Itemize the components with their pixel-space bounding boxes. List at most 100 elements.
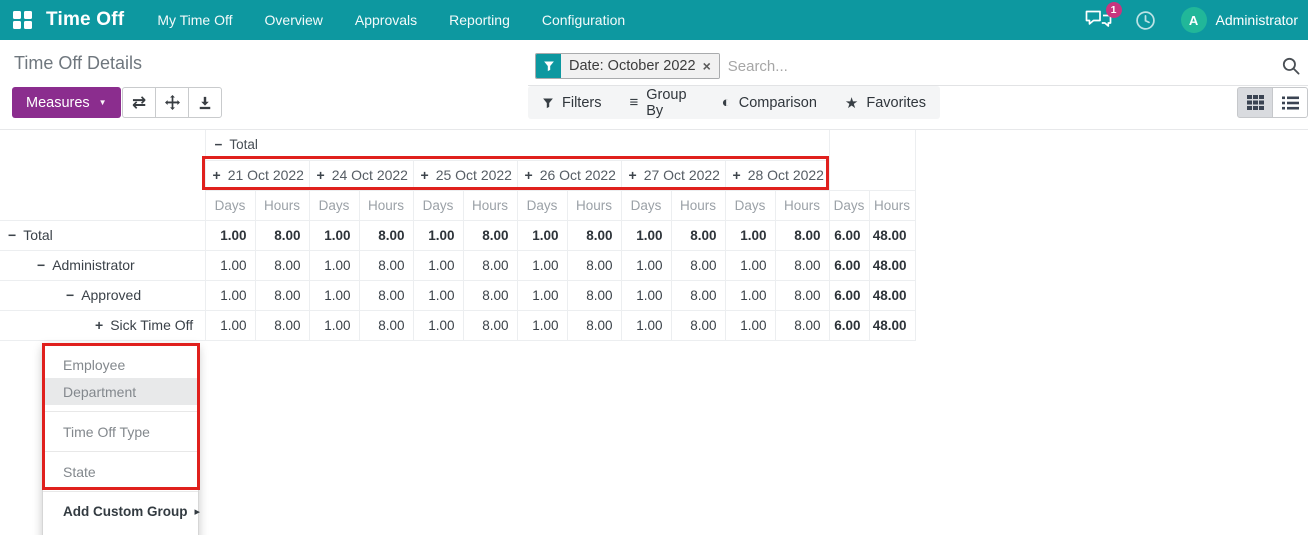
pivot-cell[interactable]: 1.00 bbox=[516, 309, 568, 341]
pivot-cell[interactable]: 1.00 bbox=[516, 279, 568, 311]
pivot-cell[interactable]: 1.00 bbox=[204, 309, 256, 341]
pivot-cell[interactable]: 8.00 bbox=[670, 279, 726, 311]
pivot-cell[interactable]: 8.00 bbox=[670, 309, 726, 341]
pivot-cell[interactable]: 8.00 bbox=[358, 249, 414, 281]
flip-axis-button[interactable]: ⇄ bbox=[122, 87, 156, 118]
col-header-total[interactable]: − Total bbox=[204, 130, 830, 161]
pivot-cell[interactable]: 8.00 bbox=[566, 249, 622, 281]
nav-item-overview[interactable]: Overview bbox=[249, 0, 339, 40]
pivot-cell[interactable]: 8.00 bbox=[358, 309, 414, 341]
pivot-cell[interactable]: 1.00 bbox=[412, 279, 464, 311]
user-name[interactable]: Administrator bbox=[1216, 12, 1298, 28]
pivot-cell[interactable]: 1.00 bbox=[620, 249, 672, 281]
pivot-cell[interactable]: 8.00 bbox=[670, 219, 726, 251]
col-header-28-oct-2022[interactable]: +28 Oct 2022 bbox=[724, 159, 830, 191]
groupby-option-employee[interactable]: Employee bbox=[43, 351, 198, 378]
pivot-cell[interactable]: 48.00 bbox=[868, 309, 916, 341]
measure-header-days[interactable]: Days bbox=[308, 189, 360, 221]
measures-button[interactable]: Measures ▼ bbox=[12, 87, 121, 118]
pivot-cell[interactable]: 1.00 bbox=[308, 309, 360, 341]
nav-item-my-time-off[interactable]: My Time Off bbox=[141, 0, 248, 40]
groupby-option-state[interactable]: State bbox=[43, 458, 198, 485]
search-facet[interactable]: Date: October 2022 × bbox=[535, 53, 720, 79]
pivot-cell[interactable]: 1.00 bbox=[516, 249, 568, 281]
measure-header-hours[interactable]: Hours bbox=[566, 189, 622, 221]
collapse-icon[interactable]: − bbox=[8, 227, 16, 243]
pivot-cell[interactable]: 8.00 bbox=[774, 249, 830, 281]
expand-icon[interactable]: + bbox=[421, 167, 429, 183]
pivot-cell[interactable]: 1.00 bbox=[308, 219, 360, 251]
pivot-cell[interactable]: 8.00 bbox=[462, 309, 518, 341]
pivot-cell[interactable]: 8.00 bbox=[462, 279, 518, 311]
groupby-option-time-off-type[interactable]: Time Off Type bbox=[43, 418, 198, 445]
collapse-icon[interactable]: − bbox=[215, 137, 223, 152]
pivot-view-button[interactable] bbox=[1237, 87, 1273, 118]
pivot-cell[interactable]: 1.00 bbox=[412, 249, 464, 281]
pivot-cell[interactable]: 8.00 bbox=[254, 249, 310, 281]
measure-header-days[interactable]: Days bbox=[412, 189, 464, 221]
pivot-cell[interactable]: 48.00 bbox=[868, 249, 916, 281]
pivot-cell[interactable]: 8.00 bbox=[254, 309, 310, 341]
pivot-cell[interactable]: 8.00 bbox=[254, 219, 310, 251]
measure-header-days[interactable]: Days bbox=[620, 189, 672, 221]
measure-header-hours[interactable]: Hours bbox=[774, 189, 830, 221]
pivot-cell[interactable]: 8.00 bbox=[254, 279, 310, 311]
pivot-cell[interactable]: 1.00 bbox=[516, 219, 568, 251]
pivot-cell[interactable]: 8.00 bbox=[462, 219, 518, 251]
pivot-cell[interactable]: 8.00 bbox=[670, 249, 726, 281]
expand-icon[interactable]: + bbox=[629, 167, 637, 183]
groupby-option-department[interactable]: Department bbox=[43, 378, 198, 405]
measure-header-days[interactable]: Days bbox=[828, 189, 870, 221]
add-custom-group-item[interactable]: Add Custom Group ▸ bbox=[43, 498, 200, 525]
pivot-cell[interactable]: 8.00 bbox=[358, 279, 414, 311]
pivot-cell[interactable]: 1.00 bbox=[204, 249, 256, 281]
apps-menu-icon[interactable] bbox=[13, 10, 32, 30]
measure-header-hours[interactable]: Hours bbox=[358, 189, 414, 221]
filter-menu-favorites[interactable]: ★ Favorites bbox=[831, 86, 940, 119]
app-name[interactable]: Time Off bbox=[46, 9, 124, 31]
pivot-cell[interactable]: 48.00 bbox=[868, 279, 916, 311]
activities-button[interactable] bbox=[1135, 10, 1156, 31]
filter-menu-filters[interactable]: Filters bbox=[528, 86, 615, 119]
pivot-cell[interactable]: 1.00 bbox=[724, 309, 776, 341]
download-button[interactable] bbox=[188, 87, 222, 118]
pivot-cell[interactable]: 1.00 bbox=[308, 279, 360, 311]
filter-menu-comparison[interactable]: ◐ Comparison bbox=[708, 86, 831, 119]
pivot-cell[interactable]: 8.00 bbox=[774, 219, 830, 251]
pivot-cell[interactable]: 1.00 bbox=[308, 249, 360, 281]
search-icon[interactable] bbox=[1282, 57, 1300, 75]
pivot-cell[interactable]: 6.00 bbox=[828, 219, 870, 251]
nav-item-reporting[interactable]: Reporting bbox=[433, 0, 526, 40]
user-avatar[interactable]: A bbox=[1180, 7, 1207, 33]
row-header-total[interactable]: − Total bbox=[0, 219, 206, 251]
expand-all-button[interactable] bbox=[155, 87, 189, 118]
pivot-cell[interactable]: 8.00 bbox=[774, 309, 830, 341]
search-input[interactable] bbox=[727, 57, 1282, 75]
col-header-21-oct-2022[interactable]: +21 Oct 2022 bbox=[205, 159, 310, 191]
measure-header-days[interactable]: Days bbox=[205, 189, 256, 221]
pivot-cell[interactable]: 6.00 bbox=[828, 249, 870, 281]
pivot-cell[interactable]: 1.00 bbox=[724, 279, 776, 311]
pivot-cell[interactable]: 8.00 bbox=[774, 279, 830, 311]
pivot-cell[interactable]: 1.00 bbox=[412, 219, 464, 251]
filter-menu-group-by[interactable]: ≡ Group By bbox=[615, 86, 707, 119]
pivot-cell[interactable]: 1.00 bbox=[412, 309, 464, 341]
pivot-cell[interactable]: 1.00 bbox=[620, 309, 672, 341]
pivot-cell[interactable]: 1.00 bbox=[620, 219, 672, 251]
pivot-cell[interactable]: 8.00 bbox=[566, 219, 622, 251]
expand-icon[interactable]: + bbox=[525, 167, 533, 183]
col-header-27-oct-2022[interactable]: +27 Oct 2022 bbox=[620, 159, 726, 191]
pivot-cell[interactable]: 1.00 bbox=[724, 219, 776, 251]
pivot-cell[interactable]: 1.00 bbox=[204, 219, 256, 251]
expand-icon[interactable]: + bbox=[213, 167, 221, 183]
pivot-cell[interactable]: 6.00 bbox=[828, 279, 870, 311]
row-header-approved[interactable]: − Approved bbox=[0, 279, 206, 311]
collapse-icon[interactable]: − bbox=[37, 257, 45, 273]
nav-item-configuration[interactable]: Configuration bbox=[526, 0, 641, 40]
pivot-cell[interactable]: 8.00 bbox=[566, 279, 622, 311]
pivot-cell[interactable]: 1.00 bbox=[620, 279, 672, 311]
row-header-administrator[interactable]: − Administrator bbox=[0, 249, 206, 281]
col-header-25-oct-2022[interactable]: +25 Oct 2022 bbox=[412, 159, 518, 191]
measure-header-hours[interactable]: Hours bbox=[462, 189, 518, 221]
col-header-24-oct-2022[interactable]: +24 Oct 2022 bbox=[308, 159, 414, 191]
